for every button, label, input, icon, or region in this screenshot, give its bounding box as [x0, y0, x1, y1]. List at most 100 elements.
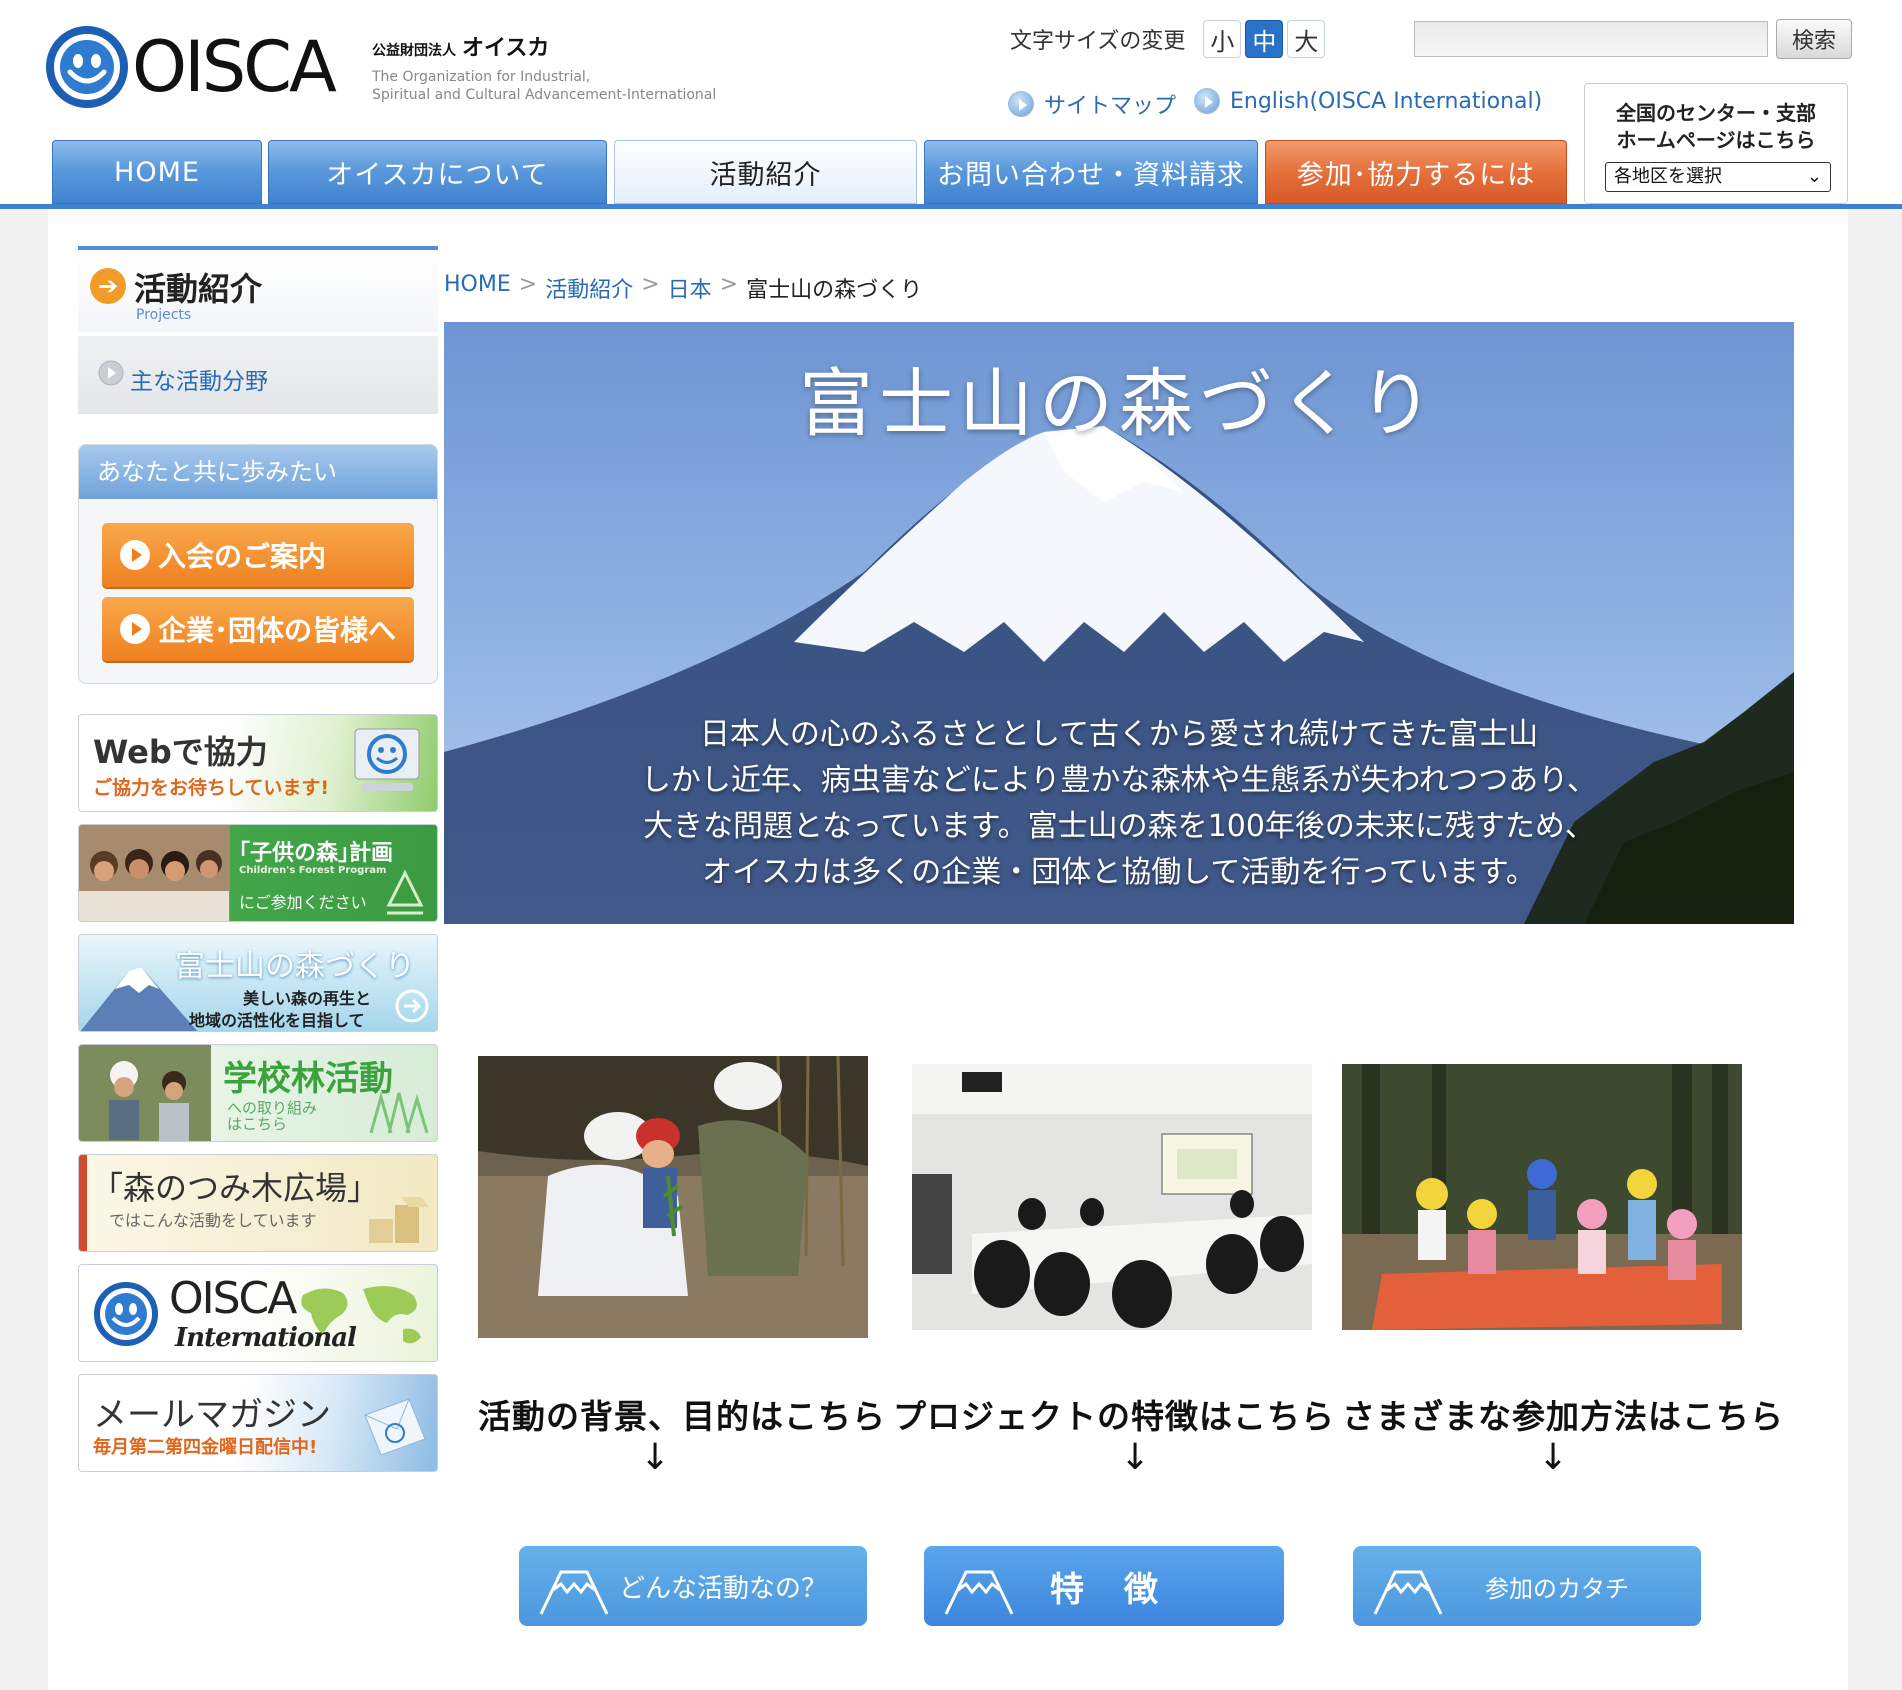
font-size-large-button[interactable]: 大: [1287, 20, 1326, 58]
nav-activities[interactable]: 活動紹介: [614, 140, 917, 204]
org-kana: オイスカ: [462, 36, 550, 61]
sidebar-section-subtitle: Projects: [136, 307, 192, 323]
down-arrow-icon: ↓: [1120, 1437, 1151, 1478]
play-circle-icon: [120, 614, 150, 644]
logo-wordmark: OISCA: [132, 26, 337, 108]
blocks-icon: [369, 1197, 429, 1243]
play-circle-icon: [1008, 91, 1034, 117]
breadcrumb-current: 富士山の森づくり: [746, 278, 923, 303]
banner-subtitle: International: [175, 1323, 357, 1353]
hero-line: 大きな問題となっています。富士山の森を100年後の未来に残すため、: [643, 809, 1595, 844]
banner-oisca-international[interactable]: OISCA International: [78, 1264, 438, 1362]
children-forest-image: [1342, 1064, 1742, 1330]
banner-fuji-forest[interactable]: 富士山の森づくり 美しい森の再生と 地域の活性化を目指して: [78, 934, 438, 1032]
region-select-value: 各地区を選択: [1614, 166, 1722, 187]
banner-subtitle: にご参加ください: [239, 893, 367, 912]
banner-title: OISCA: [169, 1273, 297, 1324]
banner-title: ｢子供の森｣計画: [239, 841, 394, 866]
sidebar-item-label: 主な活動分野: [130, 369, 268, 395]
banner-subtitle: 毎月第二第四金曜日配信中!: [93, 1437, 318, 1458]
banner-subtitle-2: はこちら: [227, 1115, 288, 1133]
what-activity-button[interactable]: どんな活動なの？: [519, 1546, 867, 1626]
hero-line: 日本人の心のふるさととして古くから愛され続けてきた富士山: [699, 717, 1539, 752]
banner-childrens-forest[interactable]: ｢子供の森｣計画 Children's Forest Program にご参加く…: [78, 824, 438, 922]
support-box: あなたと共に歩みたい 入会のご案内 企業･団体の皆様へ: [78, 444, 438, 684]
banner-subtitle: ご協力をお待ちしています!: [93, 777, 330, 799]
branch-title: 全国のセンター・支部 ホームページはこちら: [1616, 101, 1816, 152]
corporate-button-label: 企業･団体の皆様へ: [158, 614, 397, 647]
sitemap-link-label: サイトマップ: [1044, 94, 1177, 119]
arrow-circle-icon: [395, 989, 429, 1023]
site-header: OISCA 公益財団法人 オイスカ The Organization for In…: [0, 0, 1902, 209]
meeting-image: [912, 1064, 1312, 1330]
banner-title: メールマガジン: [93, 1395, 331, 1435]
breadcrumb-separator: >: [719, 272, 739, 297]
arrow-right-icon: ➔: [90, 268, 126, 304]
nav-join[interactable]: 参加･協力するには: [1265, 140, 1567, 204]
membership-button[interactable]: 入会のご案内: [102, 523, 414, 587]
breadcrumb: HOME > 活動紹介 > 日本 > 富士山の森づくり: [444, 272, 922, 304]
banner-subtitle: ではこんな活動をしています: [109, 1211, 317, 1230]
how-to-participate-button[interactable]: 参加のカタチ: [1353, 1546, 1701, 1626]
play-circle-icon: [120, 540, 150, 570]
search-input[interactable]: [1414, 21, 1768, 57]
sitemap-link[interactable]: サイトマップ: [1008, 88, 1176, 120]
english-site-link[interactable]: English(OISCA International): [1194, 88, 1542, 114]
hero-banner: 富士山の森づくり 日本人の心のふるさととして古くから愛され続けてきた富士山 しか…: [444, 322, 1794, 924]
hero-line: オイスカは多くの企業・団体と協働して活動を行っています。: [702, 855, 1536, 890]
participate-heading: さまざまな参加方法はこちら: [1342, 1397, 1784, 1436]
tree-planting-photo[interactable]: [478, 1056, 868, 1338]
background-heading: 活動の背景、目的はこちら: [478, 1397, 886, 1436]
children-forest-photo[interactable]: [1342, 1064, 1742, 1330]
meeting-photo[interactable]: [912, 1064, 1312, 1330]
search-button[interactable]: 検索: [1776, 19, 1852, 59]
nav-home[interactable]: HOME: [52, 140, 262, 204]
region-select[interactable]: 各地区を選択 ⌄: [1605, 162, 1831, 192]
hero-description: 日本人の心のふるさととして古くから愛され続けてきた富士山 しかし近年、病虫害など…: [444, 712, 1794, 896]
down-arrow-icon: ↓: [1538, 1437, 1569, 1478]
how-to-participate-button-label: 参加のカタチ: [1485, 1574, 1629, 1603]
play-circle-icon: [98, 360, 124, 386]
branch-homepages-box: 全国のセンター・支部 ホームページはこちら 各地区を選択 ⌄: [1584, 83, 1848, 204]
features-button[interactable]: 特徴: [924, 1546, 1284, 1626]
banner-title: 富士山の森づくり: [175, 949, 415, 984]
nav-about[interactable]: オイスカについて: [268, 140, 607, 204]
breadcrumb-separator: >: [641, 272, 660, 297]
what-activity-button-label: どんな活動なの？: [618, 1573, 827, 1604]
features-button-label: 特徴: [1050, 1569, 1198, 1610]
font-size-small-button[interactable]: 小: [1203, 20, 1242, 58]
font-size-label: 文字サイズの変更: [1010, 29, 1186, 54]
corporate-button[interactable]: 企業･団体の皆様へ: [102, 597, 414, 661]
org-name: 公益財団法人 オイスカ The Organization for Industri…: [372, 30, 716, 104]
banner-school-forest[interactable]: 学校林活動 への取り組み はこちら: [78, 1044, 438, 1142]
trees-icon: [369, 1091, 429, 1134]
sidebar-section-title: 活動紹介: [134, 270, 263, 308]
school-photo: [79, 1045, 211, 1141]
children-photo: [79, 825, 229, 921]
banner-web-support[interactable]: Webで協力 ご協力をお待ちしています!: [78, 714, 438, 812]
banner-subtitle-2: 地域の活性化を目指して: [189, 1011, 365, 1030]
org-english-line1: The Organization for Industrial,: [372, 69, 591, 85]
features-heading: プロジェクトの特徴はこちら: [893, 1397, 1335, 1436]
banner-subtitle: 美しい森の再生と: [243, 989, 372, 1008]
down-arrow-icon: ↓: [640, 1437, 671, 1478]
tree-planting-image: [478, 1056, 868, 1338]
nav-contact[interactable]: お問い合わせ・資料請求: [924, 140, 1258, 204]
smile-logo-icon: [46, 26, 128, 108]
support-box-title: あなたと共に歩みたい: [79, 445, 437, 499]
sidebar-section-header: ➔ 活動紹介 Projects: [78, 246, 438, 332]
hero-title: 富士山の森づくり: [799, 361, 1439, 447]
banner-mail-magazine[interactable]: メールマガジン 毎月第二第四金曜日配信中!: [78, 1374, 438, 1472]
oisca-logo[interactable]: OISCA: [46, 26, 337, 108]
banner-title: 「森のつみ木広場」: [91, 1169, 380, 1207]
breadcrumb-japan[interactable]: 日本: [668, 272, 712, 304]
font-size-medium-button[interactable]: 中: [1245, 20, 1284, 58]
hero-line: しかし近年、病虫害などにより豊かな森林や生態系が失われつつあり、: [640, 763, 1598, 798]
play-circle-icon: [1194, 88, 1220, 114]
envelope-icon: [364, 1398, 426, 1456]
breadcrumb-home[interactable]: HOME: [444, 272, 511, 304]
banner-tsumiki-plaza[interactable]: 「森のつみ木広場」 ではこんな活動をしています: [78, 1154, 438, 1252]
chevron-down-icon: ⌄: [1806, 166, 1822, 187]
breadcrumb-activities[interactable]: 活動紹介: [545, 272, 633, 304]
sidebar-item-main-fields[interactable]: 主な活動分野: [78, 336, 438, 414]
